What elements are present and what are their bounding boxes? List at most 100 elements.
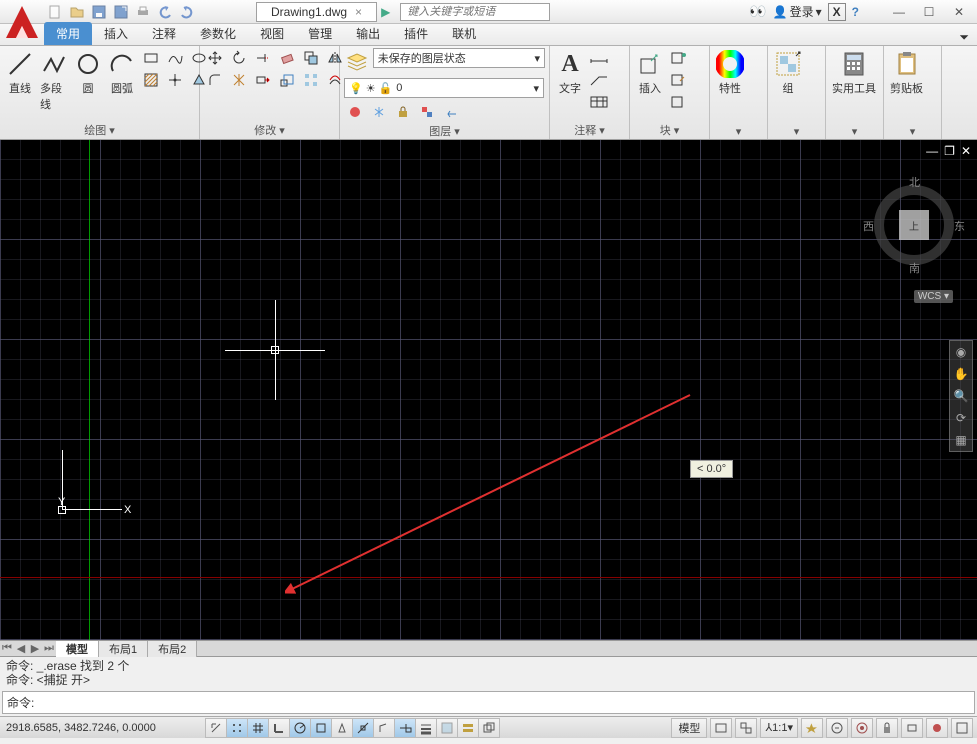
infer-constraints-icon[interactable] — [205, 718, 227, 738]
tab-home[interactable]: 常用 — [44, 22, 92, 45]
panel-props-title[interactable]: ▾ — [714, 124, 763, 139]
layer-freeze-icon[interactable] — [368, 102, 390, 122]
rect-icon[interactable] — [140, 48, 162, 68]
panel-draw-title[interactable]: 绘图 ▾ — [4, 121, 195, 139]
table-icon[interactable] — [588, 92, 610, 112]
line-button[interactable]: 直线 — [4, 48, 36, 98]
isolate-icon[interactable] — [926, 718, 948, 738]
selection-cycling-icon[interactable] — [478, 718, 500, 738]
stretch-icon[interactable] — [252, 70, 274, 90]
play-icon[interactable]: ▶ — [381, 5, 390, 19]
layer-state-dropdown[interactable]: 未保存的图层状态 ▾ — [373, 48, 545, 68]
point-icon[interactable] — [164, 70, 186, 90]
quickprops-icon[interactable] — [457, 718, 479, 738]
array-icon[interactable] — [300, 70, 322, 90]
saveas-icon[interactable] — [112, 3, 130, 21]
dimension-icon[interactable] — [588, 48, 610, 68]
polar-icon[interactable] — [289, 718, 311, 738]
close-file-icon[interactable]: × — [355, 5, 362, 19]
edit-block-icon[interactable] — [668, 70, 690, 90]
clipboard-button[interactable]: 剪贴板 — [888, 48, 925, 98]
print-icon[interactable] — [134, 3, 152, 21]
minimize-button[interactable]: — — [885, 3, 913, 21]
doc-close-button[interactable]: ✕ — [961, 144, 971, 158]
edit-attrib-icon[interactable] — [668, 92, 690, 112]
group-button[interactable]: 组 — [772, 48, 804, 98]
undo-icon[interactable] — [156, 3, 174, 21]
trim-icon[interactable] — [252, 48, 274, 68]
hatch-icon[interactable] — [140, 70, 162, 90]
tab-view[interactable]: 视图 — [248, 22, 296, 45]
tab-layout2[interactable]: 布局2 — [148, 641, 197, 657]
lineweight-icon[interactable] — [415, 718, 437, 738]
steering-wheel-icon[interactable]: ◉ — [950, 341, 972, 363]
props-button[interactable]: 特性 — [714, 48, 746, 98]
app-icon[interactable] — [4, 4, 40, 40]
panel-block-title[interactable]: 块 ▾ — [634, 121, 705, 139]
tab-layout1[interactable]: 布局1 — [99, 641, 148, 657]
orbit-icon[interactable]: ⟳ — [950, 407, 972, 429]
command-line[interactable]: 命令: — [2, 691, 975, 714]
open-icon[interactable] — [68, 3, 86, 21]
layer-match-icon[interactable] — [416, 102, 438, 122]
spline-icon[interactable] — [164, 48, 186, 68]
binocular-icon[interactable]: 👀 — [749, 3, 766, 20]
rotate-icon[interactable] — [228, 48, 250, 68]
hardware-accel-icon[interactable] — [901, 718, 923, 738]
panel-annotate-title[interactable]: 注释 ▾ — [554, 121, 625, 139]
tab-parametric[interactable]: 参数化 — [188, 22, 248, 45]
showmotion-icon[interactable]: ▦ — [950, 429, 972, 451]
circle-button[interactable]: 圆 — [72, 48, 104, 98]
tab-last-icon[interactable]: ⏭ — [42, 642, 56, 655]
file-tab[interactable]: Drawing1.dwg × — [256, 2, 377, 22]
osnap-icon[interactable] — [310, 718, 332, 738]
tab-manage[interactable]: 管理 — [296, 22, 344, 45]
text-button[interactable]: A 文字 — [554, 48, 586, 98]
panel-layer-title[interactable]: 图层 ▾ — [344, 122, 545, 140]
help-icon[interactable]: ? — [852, 5, 859, 19]
tab-plugin[interactable]: 插件 — [392, 22, 440, 45]
login-button[interactable]: 👤 登录 ▾ — [773, 3, 822, 20]
panel-group-title[interactable]: ▾ — [772, 124, 821, 139]
utils-button[interactable]: 实用工具 — [830, 48, 878, 98]
model-space-button[interactable]: 模型 — [671, 718, 707, 738]
tab-annotate[interactable]: 注释 — [140, 22, 188, 45]
create-block-icon[interactable] — [668, 48, 690, 68]
viewcube[interactable]: 上 北 南 东 西 — [869, 180, 959, 270]
tab-output[interactable]: 输出 — [344, 22, 392, 45]
wcs-dropdown[interactable]: WCS ▾ — [914, 290, 953, 303]
doc-min-button[interactable]: — — [926, 144, 938, 158]
dyn-input-icon[interactable] — [394, 718, 416, 738]
redo-icon[interactable] — [178, 3, 196, 21]
move-icon[interactable] — [204, 48, 226, 68]
quickview-drawings-icon[interactable] — [735, 718, 757, 738]
quickview-layouts-icon[interactable] — [710, 718, 732, 738]
tab-first-icon[interactable]: ⏮ — [0, 642, 14, 655]
search-input[interactable] — [400, 3, 550, 21]
insert-button[interactable]: 插入 — [634, 48, 666, 98]
tab-online[interactable]: 联机 — [440, 22, 488, 45]
annotation-autoscale-icon[interactable] — [826, 718, 848, 738]
copy-icon[interactable] — [300, 48, 322, 68]
annotation-visibility-icon[interactable] — [801, 718, 823, 738]
toolbar-lock-icon[interactable] — [876, 718, 898, 738]
erase-icon[interactable] — [276, 48, 298, 68]
drawing-area[interactable]: Y X < 0.0° — ❐ ✕ 上 北 南 东 西 WCS ▾ ◉ ✋ 🔍 ⟳… — [0, 140, 977, 640]
doc-restore-button[interactable]: ❐ — [944, 144, 955, 158]
ortho-icon[interactable] — [268, 718, 290, 738]
arc-button[interactable]: 圆弧 — [106, 48, 138, 98]
tab-insert[interactable]: 插入 — [92, 22, 140, 45]
panel-modify-title[interactable]: 修改 ▾ — [204, 121, 335, 139]
tab-next-icon[interactable]: ▶ — [28, 642, 42, 655]
viewcube-top[interactable]: 上 — [899, 210, 929, 240]
maximize-button[interactable]: ☐ — [915, 3, 943, 21]
grid-icon[interactable] — [247, 718, 269, 738]
exchange-icon[interactable]: X — [828, 3, 846, 21]
explode-icon[interactable] — [228, 70, 250, 90]
polyline-button[interactable]: 多段线 — [38, 48, 70, 114]
save-icon[interactable] — [90, 3, 108, 21]
tab-model[interactable]: 模型 — [56, 641, 99, 657]
snap-icon[interactable] — [226, 718, 248, 738]
tabs-expand-icon[interactable]: ⏷ — [959, 30, 969, 45]
transparency-icon[interactable] — [436, 718, 458, 738]
